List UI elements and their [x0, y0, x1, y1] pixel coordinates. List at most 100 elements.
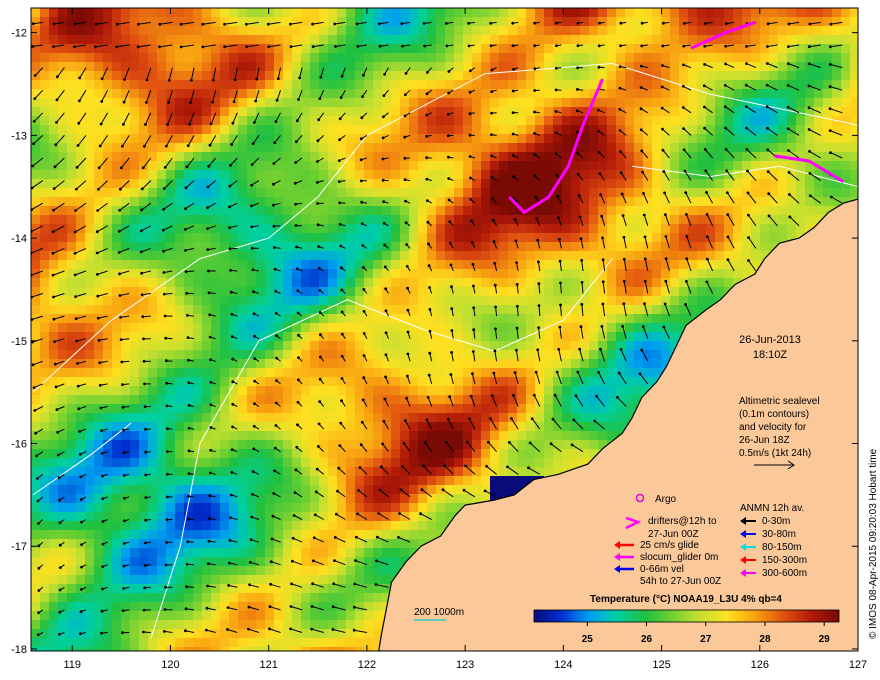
sst-cell	[67, 188, 76, 197]
sst-cell	[400, 215, 409, 224]
sst-cell	[481, 251, 490, 260]
sst-cell	[490, 269, 499, 278]
sst-cell	[445, 422, 454, 431]
sst-cell	[544, 377, 553, 386]
sst-cell	[670, 179, 679, 188]
sst-cell	[193, 341, 202, 350]
sst-cell	[508, 8, 517, 17]
sst-cell	[409, 395, 418, 404]
sst-cell	[823, 8, 832, 17]
sst-cell	[400, 53, 409, 62]
sst-cell	[148, 413, 157, 422]
sst-cell	[346, 188, 355, 197]
sst-cell	[391, 260, 400, 269]
sst-cell	[310, 269, 319, 278]
sst-cell	[364, 17, 373, 26]
sst-cell	[328, 107, 337, 116]
sst-cell	[580, 269, 589, 278]
sst-cell	[769, 116, 778, 125]
sst-cell	[598, 188, 607, 197]
sst-cell	[463, 278, 472, 287]
sst-cell	[40, 467, 49, 476]
sst-cell	[121, 413, 130, 422]
sst-cell	[220, 26, 229, 35]
sst-cell	[706, 116, 715, 125]
sst-cell	[256, 224, 265, 233]
sst-cell	[580, 188, 589, 197]
sst-cell	[58, 215, 67, 224]
sst-cell	[67, 314, 76, 323]
sst-cell	[310, 206, 319, 215]
sst-cell	[499, 35, 508, 44]
sst-cell	[346, 215, 355, 224]
sst-cell	[625, 188, 634, 197]
sst-cell	[508, 341, 517, 350]
sst-cell	[265, 107, 274, 116]
sst-cell	[409, 26, 418, 35]
sst-cell	[625, 143, 634, 152]
sst-cell	[679, 89, 688, 98]
sst-cell	[76, 296, 85, 305]
sst-cell	[139, 323, 148, 332]
sst-cell	[463, 215, 472, 224]
sst-cell	[175, 242, 184, 251]
sst-cell	[832, 17, 841, 26]
sst-cell	[166, 494, 175, 503]
sst-cell	[364, 269, 373, 278]
sst-cell	[49, 134, 58, 143]
sst-cell	[580, 35, 589, 44]
sst-cell	[301, 350, 310, 359]
sst-cell	[265, 278, 274, 287]
sst-cell	[301, 62, 310, 71]
sst-cell	[607, 170, 616, 179]
sst-cell	[175, 413, 184, 422]
sst-cell	[436, 170, 445, 179]
sst-cell	[472, 440, 481, 449]
sst-cell	[715, 62, 724, 71]
sst-cell	[310, 458, 319, 467]
sst-cell	[211, 422, 220, 431]
sst-cell	[364, 35, 373, 44]
sst-cell	[409, 350, 418, 359]
sst-cell	[220, 350, 229, 359]
sst-cell	[382, 26, 391, 35]
sst-cell	[832, 35, 841, 44]
sst-cell	[265, 449, 274, 458]
sst-cell	[760, 152, 769, 161]
sst-cell	[751, 170, 760, 179]
sst-cell	[409, 35, 418, 44]
sst-cell	[40, 89, 49, 98]
sst-cell	[778, 188, 787, 197]
sst-cell	[202, 26, 211, 35]
sst-cell	[787, 197, 796, 206]
sst-cell	[778, 206, 787, 215]
sst-cell	[175, 170, 184, 179]
sst-cell	[49, 413, 58, 422]
sst-cell	[616, 224, 625, 233]
sst-cell	[31, 440, 40, 449]
sst-cell	[274, 359, 283, 368]
sst-cell	[823, 116, 832, 125]
sst-cell	[652, 116, 661, 125]
sst-cell	[94, 395, 103, 404]
sst-cell	[274, 341, 283, 350]
sst-cell	[733, 8, 742, 17]
sst-cell	[301, 260, 310, 269]
sst-cell	[292, 431, 301, 440]
sst-cell	[346, 485, 355, 494]
sst-cell	[832, 98, 841, 107]
sst-cell	[499, 197, 508, 206]
sst-cell	[427, 17, 436, 26]
sst-cell	[706, 269, 715, 278]
sst-cell	[346, 170, 355, 179]
sst-cell	[436, 152, 445, 161]
sst-cell	[121, 35, 130, 44]
sst-cell	[40, 431, 49, 440]
sst-cell	[346, 134, 355, 143]
sst-cell	[481, 215, 490, 224]
sst-cell	[301, 413, 310, 422]
sst-cell	[382, 476, 391, 485]
sst-cell	[652, 215, 661, 224]
sst-cell	[751, 80, 760, 89]
sst-cell	[220, 278, 229, 287]
